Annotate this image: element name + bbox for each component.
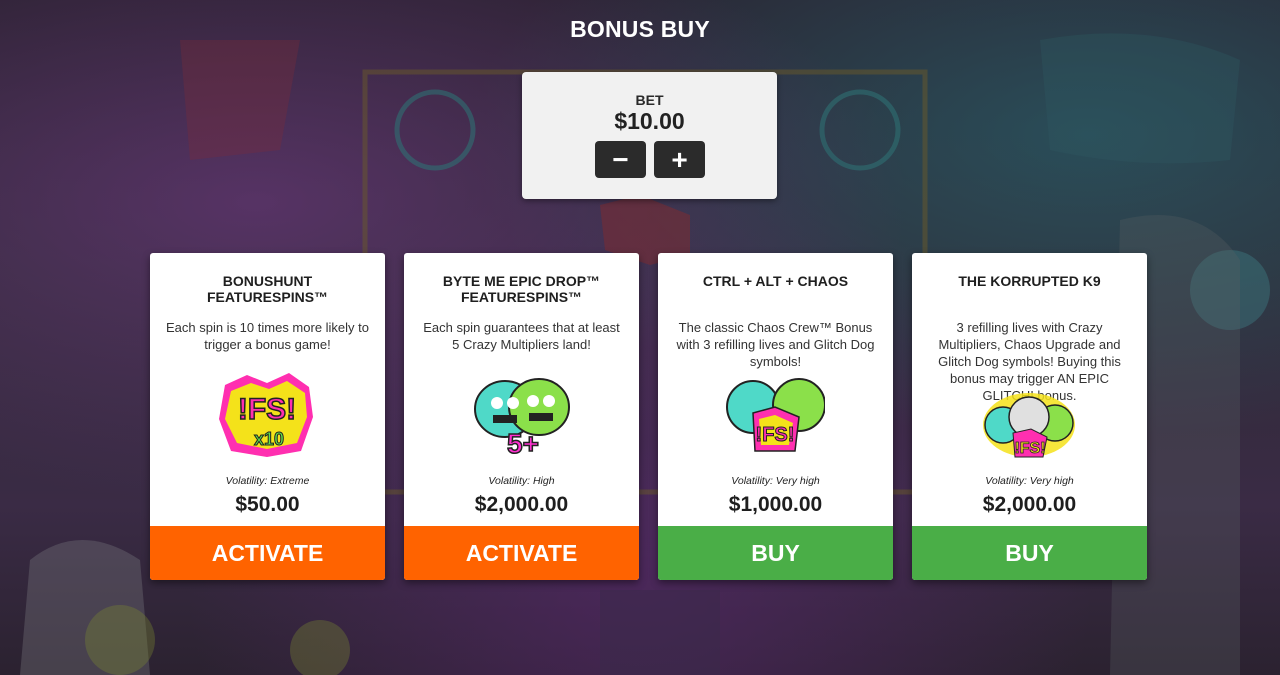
bonus-price: $2,000.00	[474, 493, 569, 516]
icon-5plus-text: 5+	[507, 428, 539, 457]
card-description: Each spin is 10 times more likely to tri…	[165, 320, 370, 352]
volatility-label: Volatility: Very high	[985, 475, 1074, 487]
activate-button[interactable]: ACTIVATE	[404, 526, 639, 580]
volatility-label: Volatility: High	[488, 475, 555, 487]
bonus-card-byte-me-epic-drop: BYTE ME EPIC DROP™ FEATURESPINS™ Each sp…	[404, 253, 639, 580]
volatility-label: Volatility: Extreme	[225, 475, 310, 487]
card-description: Each spin guarantees that at least 5 Cra…	[423, 320, 620, 352]
bonus-price: $2,000.00	[982, 493, 1077, 516]
bet-label: BET	[635, 92, 664, 108]
card-description: The classic Chaos Crew™ Bonus with 3 ref…	[676, 320, 875, 369]
volatility-label: Volatility: Very high	[731, 475, 820, 487]
card-title: BONUSHUNT FEATURESPINS™	[206, 273, 329, 305]
korrupted-k9-fs-icon: !FS!	[983, 393, 1075, 458]
buy-button[interactable]: BUY	[912, 526, 1147, 580]
icon-x10-text: x10	[254, 429, 284, 449]
icon-fs-text: !FS!	[756, 424, 795, 446]
fs-x10-icon: !FS! x10	[219, 373, 313, 457]
icon-fs-text: !FS!	[238, 393, 296, 426]
bonus-price: $50.00	[235, 493, 300, 516]
bonus-card-bonushunt: BONUSHUNT FEATURESPINS™ Each spin is 10 …	[150, 253, 385, 580]
decrease-bet-button[interactable]: −	[595, 141, 646, 178]
card-title: BYTE ME EPIC DROP™ FEATURESPINS™	[442, 273, 601, 305]
bet-stepper: − +	[595, 141, 705, 178]
bonus-card-korrupted-k9: THE KORRUPTED K9 3 refilling lives with …	[912, 253, 1147, 580]
icon-fs-text: !FS!	[1014, 440, 1045, 457]
monsters-fs-icon: !FS!	[726, 378, 825, 452]
buy-button[interactable]: BUY	[658, 526, 893, 580]
bet-panel: BET $10.00 − +	[522, 72, 777, 199]
increase-bet-button[interactable]: +	[654, 141, 705, 178]
activate-button[interactable]: ACTIVATE	[150, 526, 385, 580]
card-title: THE KORRUPTED K9	[958, 273, 1101, 289]
bonus-card-ctrl-alt-chaos: CTRL + ALT + CHAOS The classic Chaos Cre…	[658, 253, 893, 580]
bonus-price: $1,000.00	[728, 493, 823, 516]
bet-amount: $10.00	[614, 108, 685, 134]
twin-monsters-5plus-icon: 5+	[474, 378, 570, 457]
card-title: CTRL + ALT + CHAOS	[702, 273, 849, 289]
page-title: BONUS BUY	[570, 16, 710, 42]
